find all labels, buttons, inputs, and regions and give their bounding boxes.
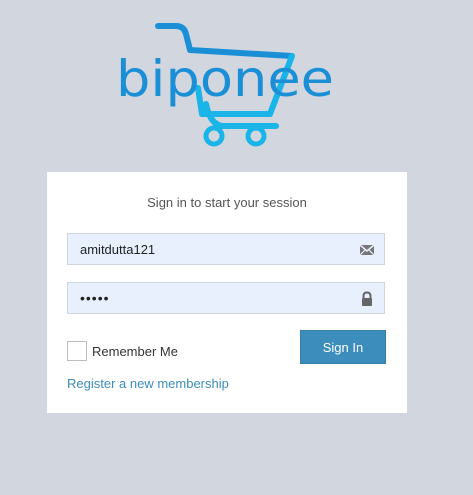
remember-me-label: Remember Me [92, 344, 178, 359]
register-link[interactable]: Register a new membership [67, 376, 229, 391]
username-input[interactable] [68, 234, 360, 264]
login-box: Sign in to start your session Remember M… [47, 172, 407, 413]
brand-logo: biponee [110, 18, 340, 153]
username-field [67, 233, 385, 265]
password-input[interactable] [68, 283, 360, 313]
lock-icon [359, 291, 375, 307]
envelope-icon [359, 242, 375, 258]
sign-in-button[interactable]: Sign In [300, 330, 386, 364]
password-field [67, 282, 385, 314]
logo-text: biponee [116, 50, 334, 108]
login-box-message: Sign in to start your session [147, 195, 307, 210]
remember-me-checkbox[interactable] [67, 341, 87, 361]
